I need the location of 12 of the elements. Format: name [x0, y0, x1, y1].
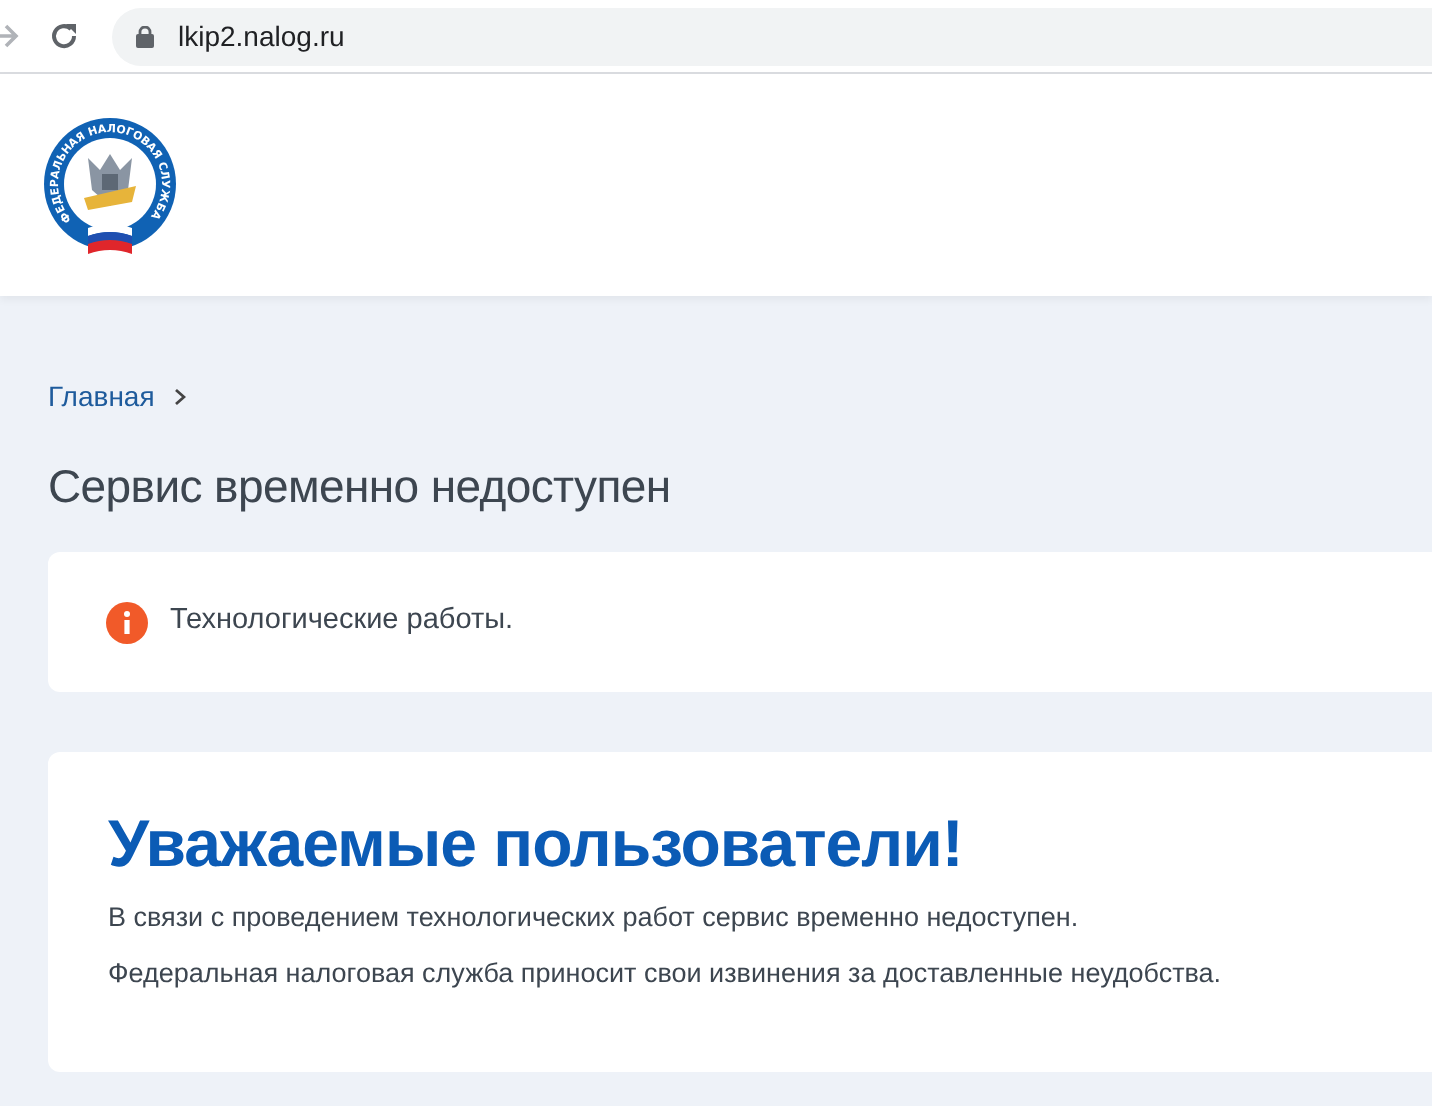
- address-bar[interactable]: lkip2.nalog.ru: [112, 7, 1432, 65]
- reload-icon[interactable]: [48, 20, 80, 52]
- message-heading: Уважаемые пользователи!: [108, 804, 965, 884]
- message-paragraph: В связи с проведением технологических работ сервис временно недоступен.: [108, 900, 1081, 936]
- info-icon: [106, 601, 148, 643]
- lock-icon: [136, 25, 154, 47]
- notice-text: Технологические работы.: [170, 602, 514, 641]
- message-paragraph: Федеральная налоговая служба приносит свои извинения за доставленные неудобства.: [108, 956, 1224, 992]
- breadcrumb-link[interactable]: Главная: [48, 375, 155, 417]
- url-text: lkip2.nalog.ru: [178, 17, 345, 56]
- chevron-icon: [174, 387, 187, 405]
- page-title: Сервис временно недоступен: [48, 458, 673, 516]
